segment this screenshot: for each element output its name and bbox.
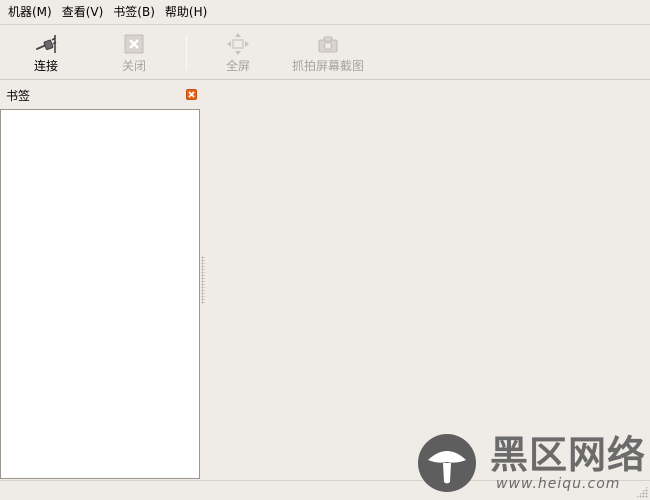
screenshot-button[interactable]: 抓拍屏幕截图 bbox=[287, 26, 369, 80]
menu-help[interactable]: 帮助(H) bbox=[161, 0, 211, 25]
fullscreen-label: 全屏 bbox=[225, 59, 250, 73]
pane-resize-handle[interactable] bbox=[201, 256, 205, 304]
close-button[interactable]: 关闭 bbox=[110, 26, 158, 80]
fullscreen-arrows-icon bbox=[227, 33, 249, 55]
bookmarks-panel-title: 书签 bbox=[6, 88, 31, 103]
close-icon[interactable] bbox=[186, 89, 197, 100]
menu-machine[interactable]: 机器(M) bbox=[4, 0, 56, 25]
plug-icon bbox=[36, 35, 57, 53]
bookmarks-panel-header: 书签 bbox=[0, 83, 200, 107]
watermark-title: 黑区网络 bbox=[490, 433, 647, 477]
connect-button[interactable]: 连接 bbox=[22, 26, 70, 80]
close-label: 关闭 bbox=[121, 59, 146, 73]
fullscreen-button[interactable]: 全屏 bbox=[214, 26, 262, 80]
connect-label: 连接 bbox=[33, 59, 58, 73]
menu-bookmarks[interactable]: 书签(B) bbox=[109, 0, 159, 25]
menu-view[interactable]: 查看(V) bbox=[58, 0, 108, 25]
main-view-area bbox=[206, 81, 650, 479]
toolbar-separator bbox=[186, 36, 187, 70]
toolbar: 连接 关闭 全屏 抓拍屏幕截图 bbox=[0, 26, 650, 80]
bookmarks-list[interactable] bbox=[0, 109, 200, 479]
mushroom-logo-icon bbox=[418, 434, 476, 492]
menu-bar: 机器(M) 查看(V) 书签(B) 帮助(H) bbox=[0, 0, 650, 25]
screenshot-label: 抓拍屏幕截图 bbox=[291, 59, 364, 73]
camera-icon bbox=[318, 36, 338, 53]
watermark-url: www.heiqu.com bbox=[496, 476, 621, 492]
watermark: 黑区网络 www.heiqu.com bbox=[416, 432, 646, 496]
close-x-icon bbox=[124, 34, 144, 54]
